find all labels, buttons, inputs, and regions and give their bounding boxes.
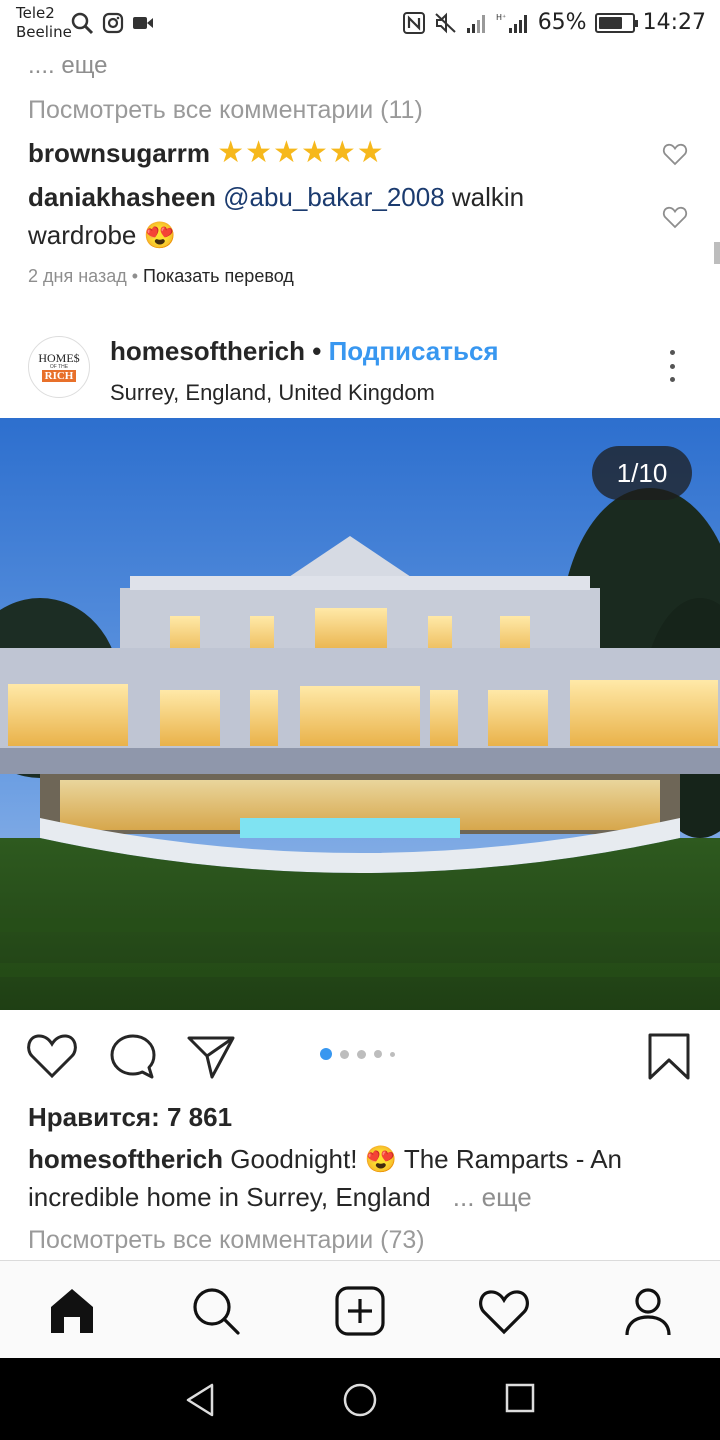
carrier-2: Beeline <box>16 23 72 41</box>
recents-icon[interactable] <box>504 1382 536 1414</box>
save-bookmark-icon[interactable] <box>646 1032 692 1082</box>
comment-item: brownsugarrm ★★★★★★ <box>28 134 385 172</box>
post-caption: homesoftherich Goodnight! 😍 The Ramparts… <box>28 1140 688 1216</box>
comment-username[interactable]: brownsugarrm <box>28 138 210 168</box>
comment-mention-link[interactable]: @abu_bakar_2008 <box>223 182 445 212</box>
battery-percent: 65% <box>537 10 587 35</box>
post-header-title: homesoftherich • Подписаться <box>110 336 499 367</box>
share-send-icon[interactable] <box>186 1032 236 1080</box>
header-separator: • <box>305 336 329 366</box>
carousel-dot <box>357 1049 366 1059</box>
mute-icon <box>434 12 456 33</box>
post-photo[interactable] <box>0 418 720 1010</box>
likes-count[interactable]: Нравится: 7 861 <box>28 1102 232 1133</box>
activity-heart-icon[interactable] <box>478 1285 530 1337</box>
comment-like-heart-icon[interactable] <box>662 142 688 166</box>
follow-button[interactable]: Подписаться <box>329 336 499 366</box>
post-location[interactable]: Surrey, England, United Kingdom <box>110 380 435 406</box>
time-ago: 2 дня назад <box>28 266 127 286</box>
caption-username[interactable]: homesoftherich <box>28 1144 223 1174</box>
home-circle-icon[interactable] <box>342 1382 378 1418</box>
carousel-dot <box>374 1050 382 1058</box>
signal-2-icon: H⁺ <box>496 13 527 33</box>
profile-icon[interactable] <box>622 1285 674 1337</box>
more-options-icon[interactable] <box>664 350 680 382</box>
meta-separator: • <box>126 266 144 286</box>
post-username[interactable]: homesoftherich <box>110 336 305 366</box>
carrier-labels: Tele2 Beeline <box>16 4 72 42</box>
carrier-1: Tele2 <box>16 4 55 22</box>
avatar[interactable]: HOME$ OF THE RICH <box>28 336 90 398</box>
comment-meta: 2 дня назад • Показать перевод <box>28 266 294 287</box>
back-icon[interactable] <box>184 1382 218 1418</box>
system-navigation-bar <box>0 1358 720 1440</box>
scroll-indicator <box>714 242 720 264</box>
previous-caption-more-link[interactable]: .... еще <box>28 52 108 80</box>
video-notification-icon <box>133 17 153 29</box>
carousel-dot <box>390 1051 395 1057</box>
svg-text:H⁺: H⁺ <box>496 13 506 22</box>
like-heart-icon[interactable] <box>26 1032 78 1080</box>
status-bar: Tele2 Beeline H⁺ 65% 14:27 <box>0 0 720 48</box>
nfc-icon <box>402 11 425 34</box>
comment-text: ★★★★★★ <box>217 136 385 169</box>
comment-bubble-icon[interactable] <box>108 1032 158 1082</box>
battery-icon <box>594 12 638 33</box>
view-all-comments-link[interactable]: Посмотреть все комментарии (11) <box>28 96 423 125</box>
home-icon[interactable] <box>46 1285 98 1337</box>
add-post-icon[interactable] <box>334 1285 386 1337</box>
signal-1-icon <box>466 14 485 33</box>
search-notification-icon <box>71 12 94 35</box>
bottom-navigation <box>0 1260 720 1358</box>
carousel-dots <box>320 1048 395 1060</box>
avatar-logo-line-1: HOME$ <box>38 351 80 365</box>
instagram-notification-icon <box>102 12 124 34</box>
avatar-logo-line-3: RICH <box>41 370 77 382</box>
view-all-comments-link[interactable]: Посмотреть все комментарии (73) <box>28 1226 425 1255</box>
carousel-dot <box>320 1048 332 1060</box>
carousel-dot <box>340 1049 349 1059</box>
comment-username[interactable]: daniakhasheen <box>28 182 216 212</box>
carousel-counter: 1/10 <box>592 446 692 500</box>
caption-more-link[interactable]: ... еще <box>453 1182 532 1212</box>
show-translation-link[interactable]: Показать перевод <box>143 266 294 286</box>
search-icon[interactable] <box>190 1285 242 1337</box>
comment-item: daniakhasheen @abu_bakar_2008 walkin war… <box>28 178 628 254</box>
comment-like-heart-icon[interactable] <box>662 205 688 229</box>
mansion-photo-illustration <box>0 418 720 1010</box>
clock: 14:27 <box>642 10 706 35</box>
